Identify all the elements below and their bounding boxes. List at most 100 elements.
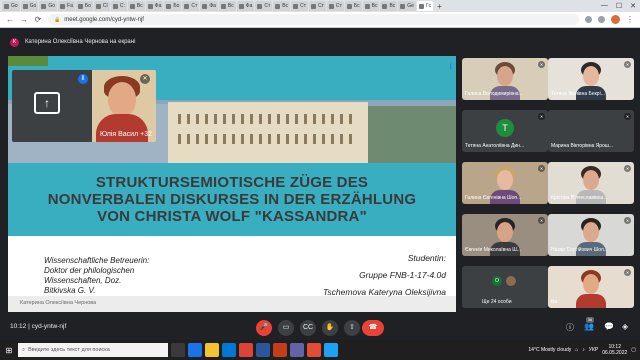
participant-tile[interactable]: O Ще 24 особи bbox=[462, 266, 548, 308]
browser-tab[interactable]: Фа bbox=[145, 1, 164, 11]
new-tab-button[interactable]: + bbox=[434, 2, 445, 11]
windows-taskbar: ⊞ ⌕ Введите здесь текст для поиска 14°C … bbox=[0, 340, 640, 360]
url-field[interactable]: 🔒 meet.google.com/cyd-yntw-njf bbox=[48, 14, 579, 25]
people-icon[interactable]: 👥 bbox=[584, 322, 594, 331]
browser-tab[interactable]: Go bbox=[2, 1, 20, 11]
participant-tile[interactable]: ✕ Євгенія Миколаївна Ш... bbox=[462, 214, 548, 256]
store-icon[interactable] bbox=[222, 343, 236, 357]
mic-off-icon: ✕ bbox=[538, 165, 545, 172]
browser-tab[interactable]: Бо bbox=[164, 1, 182, 11]
mic-toggle-button[interactable]: 🎤 bbox=[256, 320, 272, 336]
raise-hand-button[interactable]: ✋ bbox=[322, 320, 338, 336]
browser-tab[interactable]: Ge bbox=[398, 1, 416, 11]
participant-name: Ще 24 особи bbox=[482, 299, 512, 305]
participant-tile[interactable]: ✕ Марина Вікторівна Ярош... bbox=[548, 110, 634, 152]
participant-name: Ви bbox=[551, 299, 558, 305]
browser-tab[interactable]: Ст bbox=[291, 1, 309, 11]
present-screen-icon[interactable]: ↑ bbox=[34, 92, 60, 114]
tab-label: Вс bbox=[136, 3, 143, 9]
browser-tab[interactable]: Бс bbox=[344, 1, 362, 11]
slide-title: STRUKTURSEMIOTISCHE ZÜGE DES NONVERBALEN… bbox=[8, 163, 456, 236]
captions-button[interactable]: CC bbox=[300, 320, 316, 336]
app-icon[interactable] bbox=[307, 343, 321, 357]
powerpoint-icon[interactable] bbox=[273, 343, 287, 357]
profile-avatar[interactable] bbox=[611, 15, 620, 24]
menu-icon[interactable]: ⋮ bbox=[626, 15, 634, 24]
volume-icon[interactable]: ♪ bbox=[582, 347, 585, 353]
student-line: Gruppe FNB-1-17-4.0d bbox=[359, 270, 446, 280]
telegram-icon[interactable] bbox=[324, 343, 338, 357]
browser-tab[interactable]: Фа bbox=[200, 1, 218, 11]
tab-favicon bbox=[184, 3, 190, 9]
chat-icon[interactable]: 💬 bbox=[604, 322, 614, 331]
browser-tab[interactable]: Ст bbox=[255, 1, 273, 11]
minimize-icon[interactable]: — bbox=[601, 2, 608, 10]
participant-tile[interactable]: ✕ Тетяна Іванівна Бекрі... bbox=[548, 58, 634, 100]
teams-icon[interactable] bbox=[290, 343, 304, 357]
self-tile-label: Юлія Васил +32 bbox=[99, 131, 152, 138]
windows-start-icon[interactable]: ⊞ bbox=[0, 340, 18, 360]
participant-tile[interactable]: ✕ Крістіна Вʼячеславівна... bbox=[548, 162, 634, 204]
reload-icon[interactable]: ⟳ bbox=[34, 15, 42, 24]
url-text: meet.google.com/cyd-yntw-njf bbox=[64, 16, 144, 23]
tab-favicon bbox=[4, 3, 9, 9]
camera-toggle-button[interactable]: ▭ bbox=[278, 320, 294, 336]
extension-icon[interactable] bbox=[585, 16, 592, 23]
notifications-icon[interactable]: ▢ bbox=[631, 347, 636, 353]
chrome-icon[interactable] bbox=[239, 343, 253, 357]
browser-tab[interactable]: Вс bbox=[362, 1, 380, 11]
file-explorer-icon[interactable] bbox=[205, 343, 219, 357]
supervisor-line: Doktor der philologischen bbox=[44, 266, 135, 275]
browser-tab[interactable]: Вс bbox=[380, 1, 398, 11]
supervisor-line: Wissenschaften, Doz. bbox=[44, 276, 122, 285]
browser-tab[interactable]: Гс bbox=[416, 1, 434, 11]
present-button[interactable]: ⇧ bbox=[344, 320, 360, 336]
language-indicator[interactable]: УКР bbox=[589, 347, 598, 353]
close-icon[interactable]: ✕ bbox=[630, 2, 636, 10]
browser-tab[interactable]: Ст bbox=[326, 1, 344, 11]
tab-label: Ст bbox=[318, 3, 324, 9]
participant-tile[interactable]: ✕ Назар Сергійович Шоп... bbox=[548, 214, 634, 256]
browser-tab[interactable]: Вс bbox=[218, 1, 236, 11]
browser-tab[interactable]: Бо bbox=[75, 1, 93, 11]
participant-tile[interactable]: ✕ Ви bbox=[548, 266, 634, 308]
info-icon[interactable]: ⓘ bbox=[566, 322, 574, 333]
activities-icon[interactable]: ◈ bbox=[622, 322, 628, 331]
browser-tab[interactable]: Вс bbox=[127, 1, 145, 11]
tab-favicon bbox=[382, 3, 388, 9]
tab-favicon bbox=[202, 3, 208, 9]
hang-up-button[interactable]: ☎ bbox=[362, 320, 384, 336]
clock[interactable]: 10:12 06.05.2022 bbox=[602, 344, 627, 356]
tab-label: Вс bbox=[371, 3, 378, 9]
tab-favicon bbox=[311, 3, 317, 9]
browser-tab[interactable]: Фа bbox=[236, 1, 255, 11]
browser-tab[interactable]: Go bbox=[20, 1, 39, 11]
participant-tile[interactable]: ✕ Галина Володимирівна... bbox=[462, 58, 548, 100]
back-icon[interactable]: ← bbox=[6, 15, 14, 24]
tab-label: Вс bbox=[389, 3, 396, 9]
bookmark-icon[interactable] bbox=[598, 16, 605, 23]
task-view-icon[interactable] bbox=[171, 343, 185, 357]
edge-icon[interactable] bbox=[188, 343, 202, 357]
word-icon[interactable] bbox=[256, 343, 270, 357]
browser-tab[interactable]: Ст bbox=[182, 1, 200, 11]
browser-tab[interactable]: Вс bbox=[273, 1, 291, 11]
presenter-name-bar: Катерина Олексіївна Чернова bbox=[8, 296, 456, 312]
forward-icon[interactable]: → bbox=[20, 15, 28, 24]
browser-tab[interactable]: С: bbox=[110, 1, 127, 11]
taskbar-search[interactable]: ⌕ Введите здесь текст для поиска bbox=[18, 343, 168, 357]
mic-off-icon: ✕ bbox=[538, 61, 545, 68]
browser-tab[interactable]: Cl bbox=[93, 1, 110, 11]
browser-tab[interactable]: Ст bbox=[309, 1, 326, 11]
browser-tab-strip: Go Go Go Fa Бо Cl С: Вс Фа Бо Ст Фа Вс Фа Ст Вс Ст Ст Ст Бс… bbox=[0, 0, 640, 12]
browser-tab[interactable]: Fa bbox=[58, 1, 75, 11]
participant-tile[interactable]: ✕ Галина Євгенівна Шоп... bbox=[462, 162, 548, 204]
network-icon[interactable]: ⌂ bbox=[575, 347, 578, 353]
stage-options-icon[interactable]: ⁝ bbox=[449, 62, 452, 71]
participant-tile[interactable]: T ✕ Тетяна Анатоліївна Дин... bbox=[462, 110, 548, 152]
tab-favicon bbox=[238, 3, 244, 9]
browser-tab[interactable]: Go bbox=[39, 1, 58, 11]
maximize-icon[interactable]: ☐ bbox=[616, 2, 622, 10]
weather-text[interactable]: 14°C Mostly cloudy bbox=[528, 347, 571, 353]
self-view-tile[interactable]: ↑ ⦀ ✕ Юлія Васил +32 bbox=[12, 70, 156, 142]
